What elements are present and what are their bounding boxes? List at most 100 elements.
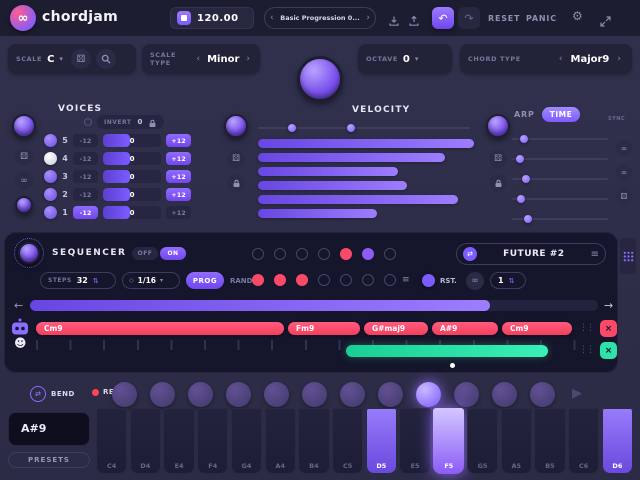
preset-prev-icon[interactable]: ‹: [265, 13, 279, 23]
save-preset-icon[interactable]: [388, 12, 400, 31]
scale-dice-icon[interactable]: ⚄: [70, 49, 91, 69]
arp-dice-icon[interactable]: ⚄: [489, 150, 507, 168]
settings-gear-icon[interactable]: ⚙: [572, 9, 583, 23]
preset-swap-icon[interactable]: ⇄: [463, 247, 477, 261]
voice-offset-slider[interactable]: 0: [103, 206, 161, 219]
piano-key[interactable]: A4: [264, 408, 296, 474]
rate-value[interactable]: 1/16: [138, 276, 156, 285]
chord-block[interactable]: Cm9: [502, 322, 572, 335]
pad[interactable]: [226, 382, 251, 407]
pad[interactable]: [150, 382, 175, 407]
steps-control[interactable]: STEPS 32 ⇅: [40, 272, 116, 289]
chord-type-next-icon[interactable]: ›: [614, 54, 624, 64]
panic-button[interactable]: PANIC: [526, 14, 557, 23]
voice-plus12-button[interactable]: +12: [166, 170, 191, 183]
pattern-grid-button[interactable]: [620, 238, 636, 274]
voice-toggle[interactable]: [44, 206, 57, 219]
seq-step-dot[interactable]: [252, 274, 264, 286]
pad[interactable]: [264, 382, 289, 407]
chord-type-value[interactable]: Major9: [571, 54, 610, 65]
seq-step-dot[interactable]: [274, 248, 286, 260]
tap-tempo-icon[interactable]: [177, 11, 191, 25]
repeat-value[interactable]: 1: [498, 276, 504, 285]
time-tab[interactable]: TIME: [542, 107, 580, 122]
steps-value[interactable]: 32: [77, 276, 88, 285]
rand-button[interactable]: RAND: [230, 277, 252, 285]
chord-lane-drag-handle[interactable]: ⋮⋮: [579, 323, 595, 333]
sequencer-on-button[interactable]: ON: [160, 247, 186, 260]
voice-offset-slider[interactable]: 0: [103, 152, 161, 165]
arp-tab[interactable]: ARP: [514, 110, 535, 119]
curve-handle[interactable]: [287, 124, 296, 132]
pad[interactable]: [188, 382, 213, 407]
scale-type-value[interactable]: Minor: [207, 54, 239, 65]
redo-button[interactable]: ↷: [458, 7, 480, 29]
bend-control[interactable]: ⇄ BEND: [30, 386, 75, 402]
arp-handle[interactable]: [515, 155, 524, 163]
velocity-bar[interactable]: [258, 167, 398, 176]
voices-knob-2[interactable]: [15, 196, 33, 214]
voice-offset-slider[interactable]: 0: [103, 188, 161, 201]
mod-lane-remove-button[interactable]: ×: [600, 342, 617, 359]
seq-step-dot[interactable]: [296, 274, 308, 286]
seq-step-dot[interactable]: [340, 274, 352, 286]
seq-scroll-right-icon[interactable]: →: [604, 299, 613, 312]
pad[interactable]: [340, 382, 365, 407]
voice-offset-slider[interactable]: 0: [103, 170, 161, 183]
scale-value[interactable]: C: [47, 54, 54, 65]
velocity-lock-icon[interactable]: [227, 174, 245, 192]
arp-handle[interactable]: [516, 195, 525, 203]
sequencer-off-button[interactable]: OFF: [132, 247, 158, 260]
seq-step-dot[interactable]: [296, 248, 308, 260]
voice-minus12-button[interactable]: -12: [73, 134, 98, 147]
invert-value[interactable]: 0: [137, 118, 142, 126]
velocity-bar[interactable]: [258, 139, 474, 148]
piano-key[interactable]: D4: [129, 408, 161, 474]
piano-key[interactable]: G5: [466, 408, 499, 474]
voice-plus12-button[interactable]: +12: [166, 134, 191, 147]
scale-type-prev-icon[interactable]: ‹: [194, 54, 202, 64]
octave-dropdown-icon[interactable]: ▾: [415, 55, 419, 63]
steps-stepper-icon[interactable]: ⇅: [93, 277, 99, 285]
voices-knob[interactable]: [12, 114, 36, 138]
arp-loop-icon[interactable]: ∞: [616, 140, 632, 156]
preset-next-icon[interactable]: ›: [361, 13, 375, 23]
arp-slider[interactable]: [512, 155, 608, 163]
piano-key[interactable]: F4: [197, 408, 229, 474]
rate-dropdown-icon[interactable]: ▾: [160, 277, 163, 284]
invert-toggle[interactable]: [84, 118, 92, 126]
preset-menu-icon[interactable]: ≡: [591, 249, 599, 260]
bpm-display[interactable]: 120.00: [170, 7, 254, 29]
arp-handle[interactable]: [521, 175, 530, 183]
seq-step-dot[interactable]: [384, 274, 396, 286]
arp-loop2-icon[interactable]: ∞: [616, 164, 632, 180]
pad[interactable]: [378, 382, 403, 407]
chord-type-prev-icon[interactable]: ‹: [556, 54, 566, 64]
seq-position-slider[interactable]: [30, 300, 598, 311]
rst-label[interactable]: RST.: [440, 277, 457, 285]
velocity-bar[interactable]: [258, 153, 445, 162]
play-pads-icon[interactable]: ▶: [572, 386, 582, 401]
chord-block[interactable]: Fm9: [288, 322, 360, 335]
piano-key[interactable]: C5: [332, 408, 364, 474]
rate-control[interactable]: ◇ 1/16 ▾: [122, 272, 180, 289]
voice-toggle[interactable]: [44, 188, 57, 201]
voice-plus12-button[interactable]: +12: [166, 206, 191, 219]
seq-step-dot[interactable]: [274, 274, 286, 286]
piano-key[interactable]: C4: [96, 408, 128, 474]
piano-key[interactable]: D5: [365, 408, 397, 474]
mod-lane-drag-handle[interactable]: ⋮⋮: [579, 345, 595, 355]
pad[interactable]: [530, 382, 555, 407]
bpm-value[interactable]: 120.00: [197, 13, 239, 24]
velocity-bar[interactable]: [258, 195, 459, 204]
arp-slider[interactable]: [512, 215, 608, 223]
velocity-bar[interactable]: [258, 209, 378, 218]
prog-button[interactable]: PROG: [186, 272, 224, 289]
arp-handle[interactable]: [523, 215, 532, 223]
pad[interactable]: [492, 382, 517, 407]
velocity-bar[interactable]: [258, 181, 407, 190]
seq-step-dot[interactable]: [252, 248, 264, 260]
resize-expand-icon[interactable]: [600, 12, 611, 31]
arp-knob[interactable]: [486, 114, 510, 138]
curve-handle[interactable]: [347, 124, 356, 132]
